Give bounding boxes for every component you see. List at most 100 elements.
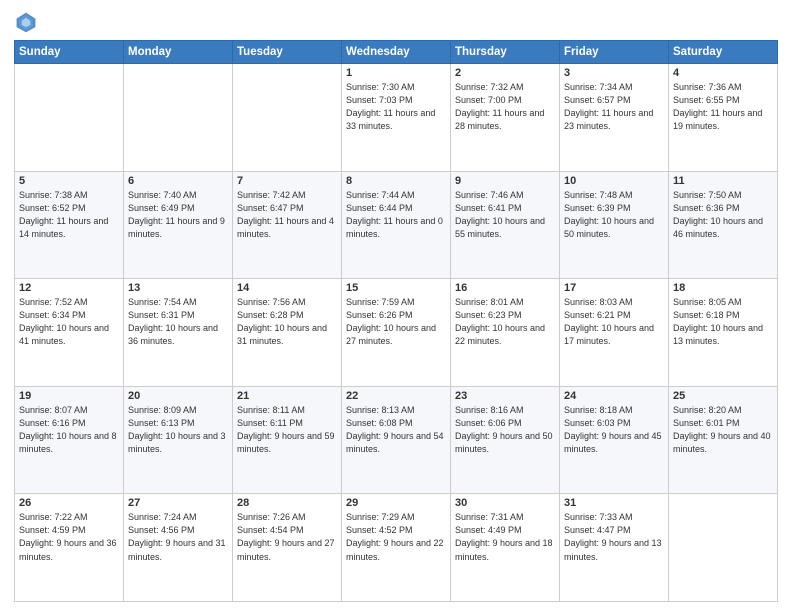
day-number: 8 — [346, 175, 446, 187]
day-number: 13 — [128, 282, 228, 294]
day-info: Sunrise: 7:40 AMSunset: 6:49 PMDaylight:… — [128, 189, 228, 241]
day-info: Sunrise: 7:59 AMSunset: 6:26 PMDaylight:… — [346, 296, 446, 348]
day-number: 5 — [19, 175, 119, 187]
day-number: 28 — [237, 497, 337, 509]
calendar-cell: 13Sunrise: 7:54 AMSunset: 6:31 PMDayligh… — [124, 279, 233, 387]
day-number: 15 — [346, 282, 446, 294]
day-number: 12 — [19, 282, 119, 294]
calendar-cell: 16 Sunrise: 8:01 AMSunset: 6:23 PMDayligh… — [451, 279, 560, 387]
calendar-cell: 31Sunrise: 7:33 AMSunset: 4:47 PMDayligh… — [560, 494, 669, 602]
day-info: Sunrise: 8:16 AMSunset: 6:06 PMDaylight:… — [455, 404, 555, 456]
day-info: Sunrise: 7:34 AMSunset: 6:57 PMDaylight:… — [564, 81, 664, 133]
calendar-week-row: 26Sunrise: 7:22 AMSunset: 4:59 PMDayligh… — [15, 494, 778, 602]
calendar-cell: 20 Sunrise: 8:09 AMSunset: 6:13 PMDayligh… — [124, 386, 233, 494]
day-number: 17 — [564, 282, 664, 294]
weekday-header: Monday — [124, 41, 233, 64]
day-info: Sunrise: 8:18 AMSunset: 6:03 PMDaylight:… — [564, 404, 664, 456]
weekday-header: Saturday — [669, 41, 778, 64]
day-info: Sunrise: 7:36 AMSunset: 6:55 PMDaylight:… — [673, 81, 773, 133]
calendar-cell: 26Sunrise: 7:22 AMSunset: 4:59 PMDayligh… — [15, 494, 124, 602]
day-info: Sunrise: 8:09 AMSunset: 6:13 PMDaylight:… — [128, 404, 228, 456]
calendar-cell: 15 Sunrise: 7:59 AMSunset: 6:26 PMDayligh… — [342, 279, 451, 387]
calendar-cell: 25Sunrise: 8:20 AMSunset: 6:01 PMDayligh… — [669, 386, 778, 494]
calendar-cell: 19 Sunrise: 8:07 AMSunset: 6:16 PMDayligh… — [15, 386, 124, 494]
day-number: 19 — [19, 390, 119, 402]
calendar-week-row: 12Sunrise: 7:52 AMSunset: 6:34 PMDayligh… — [15, 279, 778, 387]
day-number: 16 — [455, 282, 555, 294]
calendar-body: 1 Sunrise: 7:30 AMSunset: 7:03 PMDaylight… — [15, 64, 778, 602]
calendar-cell: 5 Sunrise: 7:38 AMSunset: 6:52 PMDaylight… — [15, 171, 124, 279]
calendar-cell: 7 Sunrise: 7:42 AMSunset: 6:47 PMDaylight… — [233, 171, 342, 279]
day-number: 2 — [455, 67, 555, 79]
day-info: Sunrise: 7:26 AMSunset: 4:54 PMDaylight:… — [237, 511, 337, 563]
day-info: Sunrise: 7:22 AMSunset: 4:59 PMDaylight:… — [19, 511, 119, 563]
day-number: 4 — [673, 67, 773, 79]
calendar-cell: 18 Sunrise: 8:05 AMSunset: 6:18 PMDayligh… — [669, 279, 778, 387]
calendar-cell: 27 Sunrise: 7:24 AMSunset: 4:56 PMDayligh… — [124, 494, 233, 602]
calendar-cell: 11 Sunrise: 7:50 AMSunset: 6:36 PMDayligh… — [669, 171, 778, 279]
day-number: 22 — [346, 390, 446, 402]
day-number: 3 — [564, 67, 664, 79]
logo-icon — [14, 10, 38, 34]
logo — [14, 10, 42, 34]
calendar-cell — [669, 494, 778, 602]
weekday-header: Wednesday — [342, 41, 451, 64]
day-info: Sunrise: 7:31 AMSunset: 4:49 PMDaylight:… — [455, 511, 555, 563]
weekday-header: Sunday — [15, 41, 124, 64]
day-info: Sunrise: 7:29 AMSunset: 4:52 PMDaylight:… — [346, 511, 446, 563]
day-info: Sunrise: 7:44 AMSunset: 6:44 PMDaylight:… — [346, 189, 446, 241]
calendar-cell: 21 Sunrise: 8:11 AMSunset: 6:11 PMDayligh… — [233, 386, 342, 494]
day-number: 29 — [346, 497, 446, 509]
day-info: Sunrise: 7:30 AMSunset: 7:03 PMDaylight:… — [346, 81, 446, 133]
day-number: 1 — [346, 67, 446, 79]
calendar-cell: 6 Sunrise: 7:40 AMSunset: 6:49 PMDaylight… — [124, 171, 233, 279]
weekday-header: Tuesday — [233, 41, 342, 64]
day-info: Sunrise: 7:38 AMSunset: 6:52 PMDaylight:… — [19, 189, 119, 241]
day-info: Sunrise: 8:13 AMSunset: 6:08 PMDaylight:… — [346, 404, 446, 456]
calendar-cell: 8 Sunrise: 7:44 AMSunset: 6:44 PMDaylight… — [342, 171, 451, 279]
calendar-cell: 4 Sunrise: 7:36 AMSunset: 6:55 PMDaylight… — [669, 64, 778, 172]
day-info: Sunrise: 7:48 AMSunset: 6:39 PMDaylight:… — [564, 189, 664, 241]
day-info: Sunrise: 7:42 AMSunset: 6:47 PMDaylight:… — [237, 189, 337, 241]
calendar-cell — [15, 64, 124, 172]
day-number: 27 — [128, 497, 228, 509]
calendar-cell: 2Sunrise: 7:32 AMSunset: 7:00 PMDaylight… — [451, 64, 560, 172]
day-number: 7 — [237, 175, 337, 187]
calendar-cell: 28 Sunrise: 7:26 AMSunset: 4:54 PMDayligh… — [233, 494, 342, 602]
calendar-cell: 30 Sunrise: 7:31 AMSunset: 4:49 PMDayligh… — [451, 494, 560, 602]
calendar-cell: 1 Sunrise: 7:30 AMSunset: 7:03 PMDaylight… — [342, 64, 451, 172]
calendar-cell: 24 Sunrise: 8:18 AMSunset: 6:03 PMDayligh… — [560, 386, 669, 494]
calendar-week-row: 19 Sunrise: 8:07 AMSunset: 6:16 PMDayligh… — [15, 386, 778, 494]
day-info: Sunrise: 8:07 AMSunset: 6:16 PMDaylight:… — [19, 404, 119, 456]
calendar-week-row: 1 Sunrise: 7:30 AMSunset: 7:03 PMDaylight… — [15, 64, 778, 172]
calendar-cell: 17 Sunrise: 8:03 AMSunset: 6:21 PMDayligh… — [560, 279, 669, 387]
day-number: 6 — [128, 175, 228, 187]
day-number: 30 — [455, 497, 555, 509]
calendar-cell: 9Sunrise: 7:46 AMSunset: 6:41 PMDaylight… — [451, 171, 560, 279]
weekday-row: SundayMondayTuesdayWednesdayThursdayFrid… — [15, 41, 778, 64]
day-number: 23 — [455, 390, 555, 402]
calendar-header: SundayMondayTuesdayWednesdayThursdayFrid… — [15, 41, 778, 64]
calendar-table: SundayMondayTuesdayWednesdayThursdayFrid… — [14, 40, 778, 602]
day-info: Sunrise: 7:50 AMSunset: 6:36 PMDaylight:… — [673, 189, 773, 241]
calendar-cell: 10 Sunrise: 7:48 AMSunset: 6:39 PMDayligh… — [560, 171, 669, 279]
day-number: 18 — [673, 282, 773, 294]
day-info: Sunrise: 8:01 AMSunset: 6:23 PMDaylight:… — [455, 296, 555, 348]
day-number: 10 — [564, 175, 664, 187]
day-info: Sunrise: 8:11 AMSunset: 6:11 PMDaylight:… — [237, 404, 337, 456]
calendar-cell: 12Sunrise: 7:52 AMSunset: 6:34 PMDayligh… — [15, 279, 124, 387]
weekday-header: Friday — [560, 41, 669, 64]
calendar-cell: 3 Sunrise: 7:34 AMSunset: 6:57 PMDaylight… — [560, 64, 669, 172]
day-info: Sunrise: 7:24 AMSunset: 4:56 PMDaylight:… — [128, 511, 228, 563]
day-number: 14 — [237, 282, 337, 294]
day-info: Sunrise: 7:46 AMSunset: 6:41 PMDaylight:… — [455, 189, 555, 241]
calendar-cell — [124, 64, 233, 172]
day-number: 11 — [673, 175, 773, 187]
day-number: 20 — [128, 390, 228, 402]
day-number: 24 — [564, 390, 664, 402]
day-info: Sunrise: 8:03 AMSunset: 6:21 PMDaylight:… — [564, 296, 664, 348]
day-info: Sunrise: 7:33 AMSunset: 4:47 PMDaylight:… — [564, 511, 664, 563]
day-number: 21 — [237, 390, 337, 402]
day-info: Sunrise: 8:05 AMSunset: 6:18 PMDaylight:… — [673, 296, 773, 348]
calendar-cell: 22 Sunrise: 8:13 AMSunset: 6:08 PMDayligh… — [342, 386, 451, 494]
